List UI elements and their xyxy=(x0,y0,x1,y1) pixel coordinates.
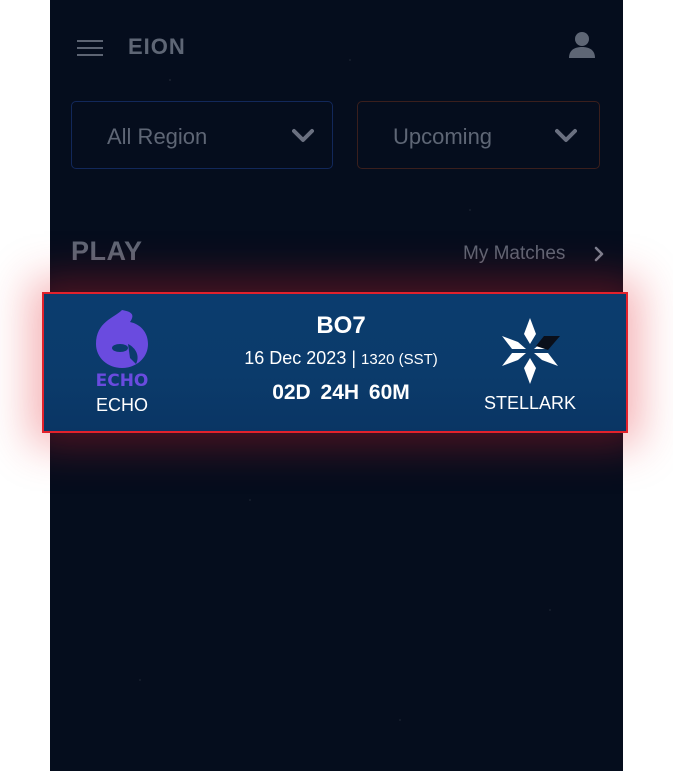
stellark-logo-icon xyxy=(502,318,560,384)
team-right-name: STELLARK xyxy=(483,393,577,413)
hamburger-menu-icon[interactable] xyxy=(77,38,103,58)
echo-logo-text: ECHO xyxy=(96,371,149,388)
status-dropdown[interactable]: Upcoming xyxy=(357,101,600,169)
match-format: BO7 xyxy=(316,312,366,339)
match-date-row: 16 Dec 2023 | 1320 (SST) xyxy=(198,348,484,369)
chevron-right-icon[interactable] xyxy=(593,246,605,262)
app-logo: EION xyxy=(128,34,186,59)
echo-logo-icon: ECHO xyxy=(96,310,149,391)
match-card[interactable]: ECHO ECHO BO7 16 Dec 2023 | 1320 (SST) 0… xyxy=(42,292,628,433)
user-icon[interactable] xyxy=(566,29,598,61)
section-title: PLAY xyxy=(71,236,143,266)
team-left: ECHO ECHO xyxy=(72,308,172,416)
match-date: 16 Dec 2023 xyxy=(244,348,347,368)
team-left-name: ECHO xyxy=(95,395,148,415)
match-details: BO7 16 Dec 2023 | 1320 (SST) 02D 24H 60M xyxy=(198,312,484,405)
chevron-down-icon xyxy=(555,129,577,142)
top-bar: EION xyxy=(50,0,623,95)
my-matches-link[interactable]: My Matches xyxy=(463,243,565,265)
app-screen: EION All Region Upcoming PLAY My Matches xyxy=(42,0,628,771)
match-card-content: ECHO ECHO BO7 16 Dec 2023 | 1320 (SST) 0… xyxy=(48,298,622,427)
region-dropdown-value: All Region xyxy=(107,124,208,149)
status-dropdown-value: Upcoming xyxy=(393,124,493,149)
chevron-down-icon xyxy=(292,129,314,142)
date-separator: | xyxy=(351,348,357,368)
match-countdown: 02D 24H 60M xyxy=(272,381,410,404)
region-dropdown[interactable]: All Region xyxy=(71,101,333,169)
team-right: STELLARK xyxy=(470,316,590,414)
match-time: 1320 (SST) xyxy=(361,351,438,368)
